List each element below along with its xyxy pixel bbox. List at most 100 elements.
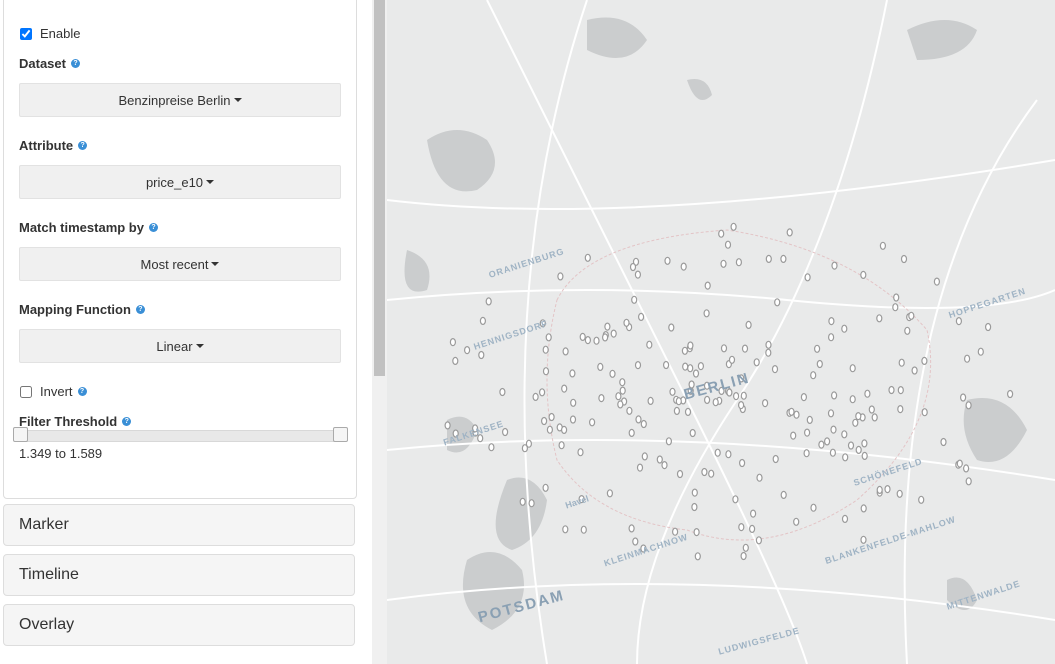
station-marker[interactable] xyxy=(750,509,757,518)
mapping-function-dropdown[interactable]: Linear xyxy=(19,329,341,363)
station-marker[interactable] xyxy=(584,253,591,262)
enable-checkbox[interactable] xyxy=(20,27,32,40)
station-marker[interactable] xyxy=(831,391,838,400)
station-marker[interactable] xyxy=(541,416,548,426)
station-marker[interactable] xyxy=(847,441,855,450)
station-marker[interactable] xyxy=(703,309,710,318)
station-marker[interactable] xyxy=(940,437,947,447)
station-marker[interactable] xyxy=(704,281,711,290)
station-marker[interactable] xyxy=(893,293,900,302)
station-marker[interactable] xyxy=(635,415,642,424)
match-timestamp-dropdown[interactable]: Most recent xyxy=(19,247,341,281)
station-marker[interactable] xyxy=(478,350,485,360)
station-marker[interactable] xyxy=(829,448,836,457)
station-marker[interactable] xyxy=(542,345,549,354)
station-marker[interactable] xyxy=(963,354,971,363)
station-marker[interactable] xyxy=(632,537,639,546)
station-marker[interactable] xyxy=(852,418,859,427)
station-marker[interactable] xyxy=(720,344,728,353)
station-marker[interactable] xyxy=(623,318,630,327)
station-marker[interactable] xyxy=(647,396,654,405)
station-marker[interactable] xyxy=(959,393,967,402)
station-marker[interactable] xyxy=(452,356,459,365)
station-marker[interactable] xyxy=(1006,389,1014,399)
station-marker[interactable] xyxy=(479,316,487,325)
station-marker[interactable] xyxy=(724,240,732,249)
station-marker[interactable] xyxy=(697,362,704,371)
station-marker[interactable] xyxy=(636,463,644,472)
station-marker[interactable] xyxy=(868,405,875,414)
station-marker[interactable] xyxy=(561,384,568,393)
station-marker[interactable] xyxy=(542,483,549,492)
station-marker[interactable] xyxy=(668,323,675,332)
station-marker[interactable] xyxy=(765,348,772,357)
station-marker[interactable] xyxy=(640,419,647,429)
station-marker[interactable] xyxy=(606,489,613,498)
station-marker[interactable] xyxy=(570,398,577,407)
map-view[interactable]: BERLIN POTSDAM KLEINMACHNOW BLANKENFELDE… xyxy=(387,0,1055,664)
station-marker[interactable] xyxy=(676,469,684,479)
station-marker[interactable] xyxy=(680,262,687,271)
station-marker[interactable] xyxy=(539,388,546,397)
station-marker[interactable] xyxy=(584,336,591,345)
station-marker[interactable] xyxy=(628,524,635,533)
station-marker[interactable] xyxy=(842,453,849,462)
station-marker[interactable] xyxy=(741,344,749,353)
station-marker[interactable] xyxy=(532,392,539,401)
station-marker[interactable] xyxy=(681,346,688,355)
station-marker[interactable] xyxy=(814,344,821,353)
station-marker[interactable] xyxy=(675,397,682,406)
station-marker[interactable] xyxy=(897,386,904,395)
station-marker[interactable] xyxy=(793,517,800,526)
station-marker[interactable] xyxy=(694,552,701,561)
station-marker[interactable] xyxy=(884,485,891,494)
sidebar-scrollbar[interactable] xyxy=(372,0,387,664)
station-marker[interactable] xyxy=(728,355,736,364)
station-marker[interactable] xyxy=(771,365,779,374)
station-marker[interactable] xyxy=(519,497,526,506)
station-marker[interactable] xyxy=(444,421,451,430)
station-marker[interactable] xyxy=(828,333,835,342)
station-marker[interactable] xyxy=(691,488,698,497)
station-marker[interactable] xyxy=(918,495,925,504)
station-marker[interactable] xyxy=(755,536,762,545)
station-marker[interactable] xyxy=(762,399,769,408)
station-marker[interactable] xyxy=(774,298,781,307)
station-marker[interactable] xyxy=(463,346,471,355)
station-marker[interactable] xyxy=(933,277,941,286)
station-marker[interactable] xyxy=(641,452,648,461)
station-marker[interactable] xyxy=(626,406,633,415)
station-marker[interactable] xyxy=(860,504,867,513)
station-marker[interactable] xyxy=(841,324,848,333)
section-overlay[interactable]: Overlay xyxy=(3,604,355,646)
station-marker[interactable] xyxy=(911,366,918,375)
station-marker[interactable] xyxy=(545,333,552,342)
station-marker[interactable] xyxy=(693,527,700,537)
station-marker[interactable] xyxy=(691,502,698,512)
station-marker[interactable] xyxy=(896,489,903,498)
station-marker[interactable] xyxy=(786,228,793,237)
station-marker[interactable] xyxy=(528,499,535,508)
section-timeline[interactable]: Timeline xyxy=(3,554,355,596)
station-marker[interactable] xyxy=(742,543,749,552)
station-marker[interactable] xyxy=(849,395,856,404)
station-marker[interactable] xyxy=(855,445,862,454)
station-marker[interactable] xyxy=(682,362,689,371)
help-icon[interactable]: ? xyxy=(77,387,87,396)
station-marker[interactable] xyxy=(617,400,624,409)
station-marker[interactable] xyxy=(780,254,787,263)
station-marker[interactable] xyxy=(828,317,835,326)
station-marker[interactable] xyxy=(714,448,721,457)
station-marker[interactable] xyxy=(701,467,708,477)
scrollbar-thumb[interactable] xyxy=(374,0,385,376)
station-marker[interactable] xyxy=(740,391,747,400)
station-marker[interactable] xyxy=(619,378,626,387)
slider-low-handle[interactable] xyxy=(13,427,28,442)
station-marker[interactable] xyxy=(977,347,984,356)
station-marker[interactable] xyxy=(557,272,564,281)
station-marker[interactable] xyxy=(561,425,568,434)
station-marker[interactable] xyxy=(790,431,797,440)
station-marker[interactable] xyxy=(753,358,760,367)
station-marker[interactable] xyxy=(803,449,810,458)
slider-high-handle[interactable] xyxy=(333,427,348,442)
